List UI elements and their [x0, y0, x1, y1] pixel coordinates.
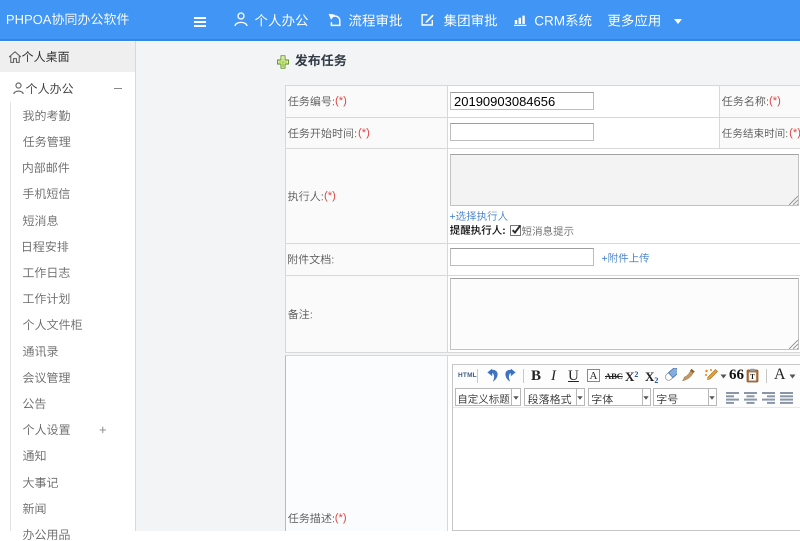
svg-text:T: T — [750, 373, 755, 381]
